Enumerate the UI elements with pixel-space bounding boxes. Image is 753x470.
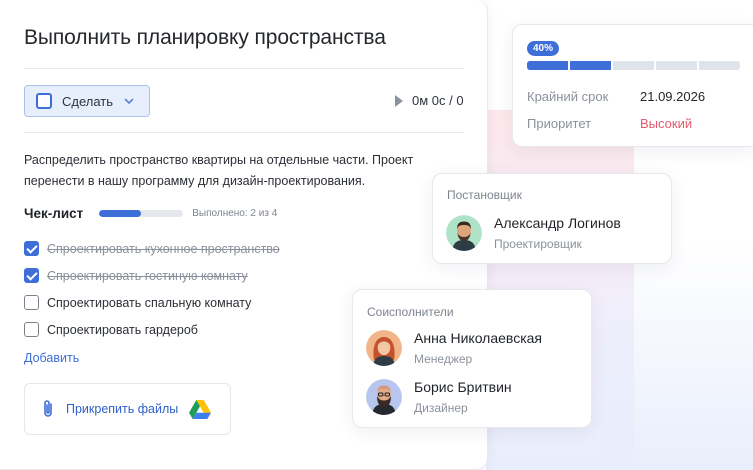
person-name: Анна Николаевская xyxy=(414,330,542,346)
progress-segment-divider xyxy=(697,61,699,70)
person-role: Дизайнер xyxy=(414,401,468,415)
timer[interactable]: 0м 0с / 0 xyxy=(395,93,464,108)
checklist-item[interactable]: Спроектировать гардероб xyxy=(24,316,280,343)
status-label: Сделать xyxy=(62,93,114,109)
play-icon[interactable] xyxy=(395,94,403,107)
checklist-done-count: Выполнено: 2 из 4 xyxy=(192,208,278,219)
attach-files-button[interactable]: Прикрепить файлы xyxy=(24,383,231,435)
priority-row: Приоритет Высокий xyxy=(527,116,692,131)
add-checklist-item-link[interactable]: Добавить xyxy=(24,351,79,365)
task-title: Выполнить планировку пространства xyxy=(24,26,386,49)
google-drive-icon[interactable] xyxy=(189,399,212,419)
progress-badge: 40% xyxy=(527,41,560,56)
coexecutors-card: Соисполнители Анна Николаевская Менеджер xyxy=(352,289,592,428)
deadline-value[interactable]: 21.09.2026 xyxy=(640,89,705,104)
checklist-progress-bar xyxy=(99,210,184,217)
checkbox[interactable] xyxy=(24,241,39,256)
checklist-item-label: Спроектировать гостиную комнату xyxy=(47,268,248,283)
setter-card: Постановщик Александр Логинов Проектиров… xyxy=(432,173,672,264)
person-coexecutor[interactable]: Анна Николаевская Менеджер xyxy=(366,330,542,366)
progress-segment-divider xyxy=(568,61,570,70)
avatar xyxy=(366,330,402,366)
person-setter[interactable]: Александр Логинов Проектировщик xyxy=(446,215,621,251)
person-name: Борис Бритвин xyxy=(414,379,512,395)
task-meta-card: 40% Крайний срок 21.09.2026 Приоритет Высо… xyxy=(512,24,753,147)
progress-segment-divider xyxy=(611,61,613,70)
checklist-title: Чек-лист xyxy=(24,206,84,221)
divider xyxy=(24,132,464,133)
setter-caption: Постановщик xyxy=(447,188,522,202)
checklist-progress-fill xyxy=(99,210,142,217)
person-coexecutor[interactable]: Борис Бритвин Дизайнер xyxy=(366,379,512,415)
chevron-down-icon xyxy=(124,98,134,104)
paperclip-icon xyxy=(44,400,52,417)
background-decoration-blue xyxy=(600,240,753,470)
checkbox[interactable] xyxy=(24,322,39,337)
task-progress-bar xyxy=(527,61,740,70)
checklist-item[interactable]: Спроектировать гостиную комнату xyxy=(24,262,280,289)
progress-segment-divider xyxy=(654,61,656,70)
checkbox[interactable] xyxy=(24,268,39,283)
checkbox-icon xyxy=(36,93,52,109)
checklist-item[interactable]: Спроектировать кухонное пространство xyxy=(24,235,280,262)
coexecutors-caption: Соисполнители xyxy=(367,305,454,319)
status-dropdown-button[interactable]: Сделать xyxy=(24,85,150,117)
person-name: Александр Логинов xyxy=(494,215,621,231)
checkbox[interactable] xyxy=(24,295,39,310)
person-role: Проектировщик xyxy=(494,237,582,251)
priority-label: Приоритет xyxy=(527,116,592,131)
checklist-item-label: Спроектировать кухонное пространство xyxy=(47,241,280,256)
deadline-row: Крайний срок 21.09.2026 xyxy=(527,89,705,104)
checklist-header: Чек-лист Выполнено: 2 из 4 xyxy=(24,206,277,221)
avatar xyxy=(366,379,402,415)
deadline-label: Крайний срок xyxy=(527,89,609,104)
checklist-item-label: Спроектировать спальную комнату xyxy=(47,295,252,310)
checklist-items: Спроектировать кухонное пространство Спр… xyxy=(24,235,280,343)
checklist-item[interactable]: Спроектировать спальную комнату xyxy=(24,289,280,316)
person-role: Менеджер xyxy=(414,352,473,366)
avatar xyxy=(446,215,482,251)
timer-value: 0м 0с / 0 xyxy=(412,93,464,108)
priority-value[interactable]: Высокий xyxy=(640,116,692,131)
task-description: Распределить пространство квартиры на от… xyxy=(24,153,414,188)
divider xyxy=(24,68,464,69)
checklist-item-label: Спроектировать гардероб xyxy=(47,322,198,337)
attach-files-label: Прикрепить файлы xyxy=(66,402,179,416)
